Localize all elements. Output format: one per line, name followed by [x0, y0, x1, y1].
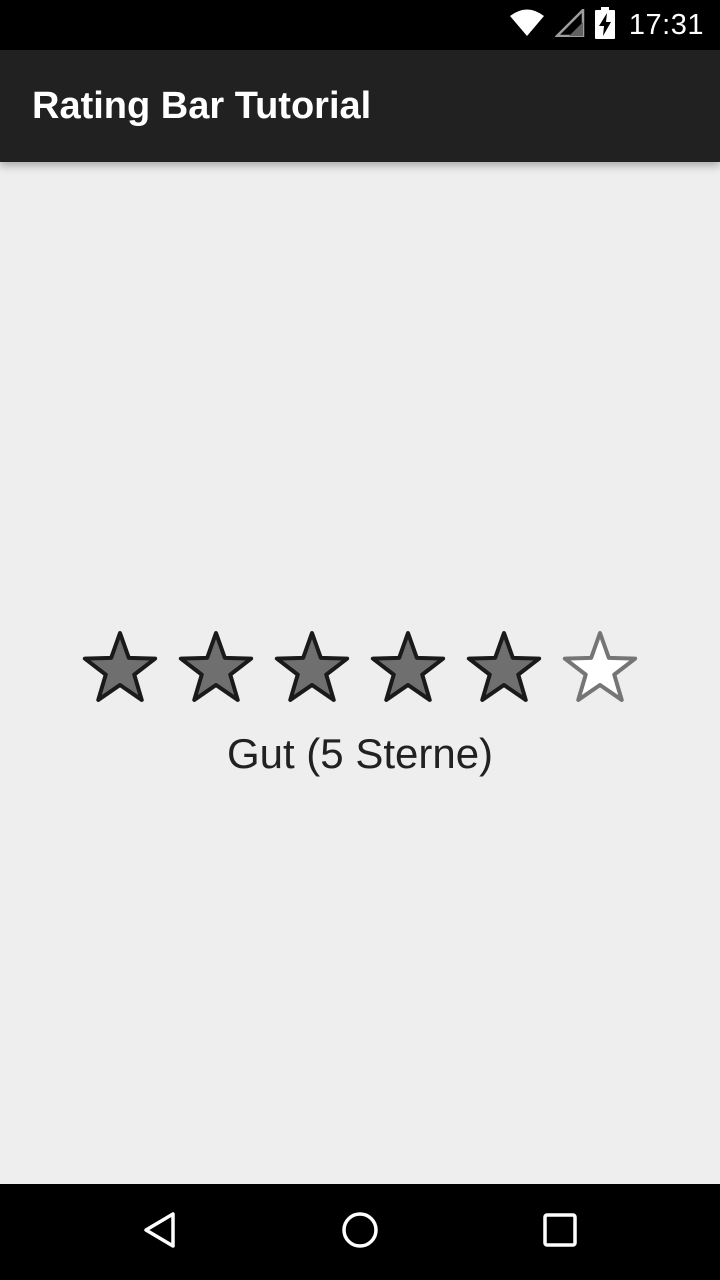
app-bar: Rating Bar Tutorial: [0, 50, 720, 162]
star-empty-icon[interactable]: [552, 628, 648, 708]
page-title: Rating Bar Tutorial: [32, 85, 372, 127]
star-filled-icon[interactable]: [72, 628, 168, 708]
content-area: Gut (5 Sterne): [0, 162, 720, 1184]
back-button[interactable]: [100, 1184, 220, 1280]
status-bar: 17:31: [0, 0, 720, 50]
home-icon: [340, 1210, 380, 1255]
recents-icon: [542, 1212, 578, 1253]
star-filled-icon[interactable]: [168, 628, 264, 708]
screen: 17:31 Rating Bar Tutorial Gut (5 Sterne): [0, 0, 720, 1280]
status-icons: 17:31: [509, 0, 704, 50]
status-time: 17:31: [628, 8, 704, 41]
battery-charging-icon: [594, 6, 615, 44]
star-filled-icon[interactable]: [264, 628, 360, 708]
cell-signal-icon: [553, 6, 585, 42]
star-filled-icon[interactable]: [360, 628, 456, 708]
rating-bar[interactable]: [72, 628, 648, 708]
recents-button[interactable]: [500, 1184, 620, 1280]
star-filled-icon[interactable]: [456, 628, 552, 708]
rating-label: Gut (5 Sterne): [226, 730, 494, 777]
home-button[interactable]: [300, 1184, 420, 1280]
navigation-bar: [0, 1184, 720, 1280]
wifi-icon: [509, 9, 545, 42]
back-icon: [140, 1210, 180, 1255]
